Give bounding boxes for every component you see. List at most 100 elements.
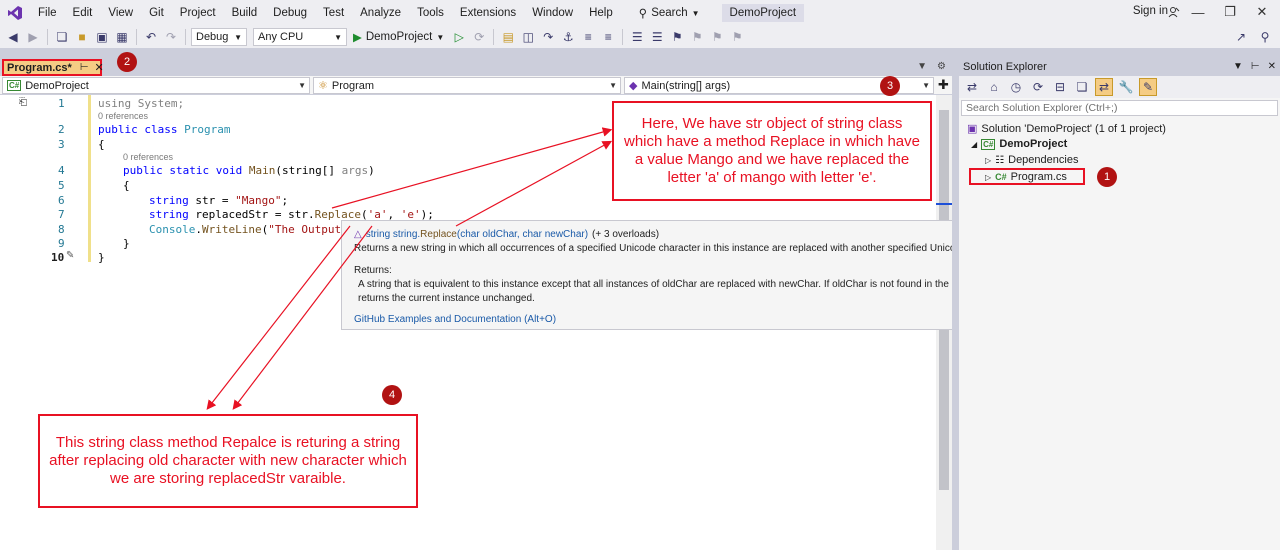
bookmark-tools-icon[interactable]: ⚓ <box>559 28 577 46</box>
save-all-icon[interactable]: ▦ <box>113 28 131 46</box>
tab-list-icon[interactable]: ▼ <box>917 61 927 72</box>
redo-icon[interactable]: ↷ <box>162 28 180 46</box>
menu-project[interactable]: Project <box>172 0 224 26</box>
clear-bookmarks-icon[interactable]: ⚑ <box>728 28 746 46</box>
project-node[interactable]: ◢ C# DemoProject <box>971 138 1067 150</box>
menu-git[interactable]: Git <box>141 0 172 26</box>
signature-overloads: (+ 3 overloads) <box>592 229 660 240</box>
show-all-files-icon[interactable]: ❏ <box>1073 78 1091 96</box>
expanded-arrow-icon: ◢ <box>971 139 978 149</box>
account-feedback-icon[interactable] <box>1168 6 1180 21</box>
close-panel-icon[interactable]: ✕ <box>1268 58 1276 76</box>
minimize-icon[interactable]: — <box>1188 4 1208 20</box>
line-number: 8 <box>58 223 65 236</box>
start-debugging-button[interactable]: ▶ DemoProject ▼ <box>349 30 448 44</box>
line-number-current: 10 <box>51 251 65 264</box>
start-without-debugging-icon[interactable]: ▷ <box>450 28 468 46</box>
save-icon[interactable]: ▣ <box>93 28 111 46</box>
menu-view[interactable]: View <box>100 0 141 26</box>
keyword-string: string <box>149 194 189 207</box>
solution-explorer-panel: Solution Explorer ▼ ⊢ ✕ ⇄ ⌂ ◷ ⟳ ⊟ ❏ ⇄ 🔧 … <box>959 58 1280 550</box>
code-line-10[interactable]: } <box>98 251 105 264</box>
open-file-icon[interactable]: ■ <box>73 28 91 46</box>
github-docs-link[interactable]: GitHub Examples and Documentation (Alt+O… <box>354 314 556 325</box>
solution-platform-select[interactable]: Any CPU ▼ <box>253 28 347 46</box>
step-icon[interactable]: ↷ <box>539 28 557 46</box>
solution-configuration-select[interactable]: Debug ▼ <box>191 28 247 46</box>
navigate-forward-icon[interactable]: ▶ <box>24 28 42 46</box>
menu-tools[interactable]: Tools <box>409 0 452 26</box>
sync-active-document-icon[interactable]: ⇄ <box>1095 78 1113 96</box>
method-signature: △ string string. Replace (char oldChar, ch… <box>354 229 659 240</box>
code-line-8[interactable]: Console.WriteLine("The Output <box>149 223 341 236</box>
comment-icon[interactable]: ☰ <box>628 28 646 46</box>
code-line-1[interactable]: using System; <box>98 97 184 110</box>
hot-reload-icon[interactable]: ⟳ <box>470 28 488 46</box>
split-editor-icon[interactable]: ✚ <box>938 77 949 93</box>
menu-window[interactable]: Window <box>524 0 581 26</box>
restore-icon[interactable]: ❐ <box>1220 4 1240 20</box>
visual-studio-logo-icon[interactable] <box>0 0 30 26</box>
close-window-icon[interactable]: ✕ <box>1252 4 1272 20</box>
close-tab-icon[interactable]: ✕ <box>95 61 104 74</box>
keyword-using: using <box>98 97 132 110</box>
code-line-5[interactable]: { <box>123 179 130 192</box>
menu-file[interactable]: File <box>30 0 65 26</box>
menu-debug[interactable]: Debug <box>265 0 315 26</box>
layout-icon[interactable]: ◫ <box>519 28 537 46</box>
edit-pencil-icon: ✎ <box>66 250 75 261</box>
solution-explorer-search-input[interactable]: Search Solution Explorer (Ctrl+;) <box>961 100 1278 116</box>
type-dropdown[interactable]: ⚛ Program ▼ <box>313 77 621 94</box>
dependencies-node[interactable]: ▷ ☷ Dependencies <box>985 154 1078 166</box>
solution-node[interactable]: ▣ Solution 'DemoProject' (1 of 1 project… <box>967 122 1166 136</box>
live-share-icon[interactable]: ↗ <box>1232 28 1250 46</box>
pin-icon[interactable]: ⊢ <box>80 62 89 73</box>
search-button[interactable]: ⚲ Search ▼ <box>633 6 706 20</box>
quick-actions-icon[interactable]: ⎗ <box>19 97 27 108</box>
menu-test[interactable]: Test <box>315 0 352 26</box>
undo-icon[interactable]: ↶ <box>142 28 160 46</box>
switch-views-icon[interactable]: ⇄ <box>963 78 981 96</box>
preview-selected-icon[interactable]: ✎ <box>1139 78 1157 96</box>
keyword-public-class: public class <box>98 123 185 136</box>
menu-edit[interactable]: Edit <box>65 0 101 26</box>
menu-build[interactable]: Build <box>224 0 266 26</box>
navigate-back-icon[interactable]: ◀ <box>4 28 22 46</box>
annotation-callout-bottom: This string class method Repalce is retu… <box>38 414 418 508</box>
properties-wrench-icon[interactable]: 🔧 <box>1117 78 1135 96</box>
method-icon: ◆ <box>629 80 638 92</box>
settings-icon[interactable]: ⚙ <box>937 61 946 72</box>
pending-changes-filter-icon[interactable]: ◷ <box>1007 78 1025 96</box>
project-dropdown[interactable]: C# DemoProject ▼ <box>2 77 310 94</box>
code-line-6[interactable]: string str = "Mango"; <box>149 194 288 207</box>
uncomment-icon[interactable]: ☰ <box>648 28 666 46</box>
codelens-references[interactable]: 0 references <box>98 111 148 121</box>
codelens-references[interactable]: 0 references <box>123 152 173 162</box>
admin-icon[interactable]: ⚲ <box>1256 28 1274 46</box>
code-line-3[interactable]: { <box>98 138 105 151</box>
next-bookmark-icon[interactable]: ⚑ <box>708 28 726 46</box>
collapse-all-icon[interactable]: ⊟ <box>1051 78 1069 96</box>
sync-icon[interactable]: ⟳ <box>1029 78 1047 96</box>
code-line-2[interactable]: public class Program <box>98 123 230 136</box>
code-line-9[interactable]: } <box>123 237 130 250</box>
annotation-badge-2: 2 <box>117 52 137 72</box>
configuration-value: Debug <box>196 31 229 43</box>
new-project-icon[interactable]: ❏ <box>53 28 71 46</box>
chevron-down-icon[interactable]: ▼ <box>1233 58 1243 76</box>
menu-extensions[interactable]: Extensions <box>452 0 524 26</box>
bookmark-icon[interactable]: ⚑ <box>668 28 686 46</box>
pin-icon[interactable]: ⊢ <box>1251 58 1260 76</box>
tab-program-cs[interactable]: Program.cs* ⊢ ✕ <box>2 59 104 76</box>
prev-bookmark-icon[interactable]: ⚑ <box>688 28 706 46</box>
code-line-4[interactable]: public static void Main(string[] args) <box>123 164 375 177</box>
align-right-icon[interactable]: ≡ <box>599 28 617 46</box>
menu-help[interactable]: Help <box>581 0 621 26</box>
browse-folder-icon[interactable]: ▤ <box>499 28 517 46</box>
menu-analyze[interactable]: Analyze <box>352 0 409 26</box>
sign-in-link[interactable]: Sign in <box>1133 5 1168 17</box>
panel-splitter[interactable] <box>952 48 959 550</box>
home-icon[interactable]: ⌂ <box>985 78 1003 96</box>
code-text: (string[] <box>275 164 342 177</box>
align-left-icon[interactable]: ≡ <box>579 28 597 46</box>
